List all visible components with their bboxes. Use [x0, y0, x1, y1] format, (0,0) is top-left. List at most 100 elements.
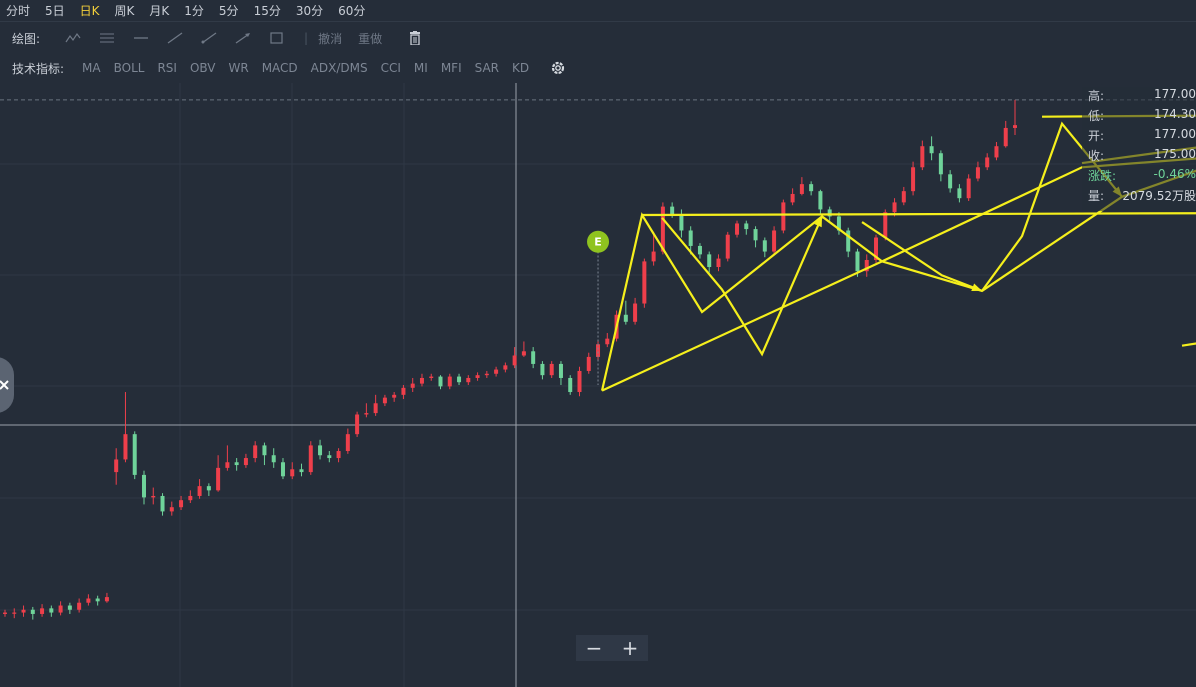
candle-body: [401, 387, 406, 395]
candle-body: [262, 445, 267, 456]
candle-body: [49, 608, 54, 613]
parallel-lines-icon[interactable]: [90, 28, 124, 48]
indicator-mfi[interactable]: MFI: [441, 61, 462, 75]
candle-body: [438, 376, 443, 387]
period-tab[interactable]: 分时: [6, 2, 30, 19]
period-tab[interactable]: 5分: [219, 2, 239, 19]
candle-body: [697, 245, 702, 255]
indicator-mi[interactable]: MI: [414, 61, 428, 75]
indicator-kd[interactable]: KD: [512, 61, 529, 75]
candle-body: [141, 474, 146, 498]
candle-body: [216, 467, 221, 491]
annotation-trendline: [642, 212, 1196, 217]
candle-body: [327, 455, 332, 459]
candle-body: [642, 261, 647, 304]
line-icon[interactable]: [158, 28, 192, 48]
candle-body: [373, 403, 378, 414]
candle-body: [225, 462, 230, 468]
period-tab[interactable]: 日K: [80, 2, 100, 19]
period-tab[interactable]: 周K: [115, 2, 135, 19]
period-tab[interactable]: 1分: [184, 2, 204, 19]
candle-body: [429, 376, 434, 378]
candle-body: [299, 469, 304, 473]
rectangle-icon[interactable]: [260, 28, 294, 48]
period-tabs: 分时 5日 日K 周K 月K 1分 5分 15分 30分 60分: [0, 0, 1196, 22]
ray-icon[interactable]: [192, 28, 226, 48]
candle-body: [271, 455, 276, 463]
indicator-ma[interactable]: MA: [82, 61, 101, 75]
candle-body: [568, 377, 573, 393]
candle-body: [188, 495, 193, 501]
indicator-boll[interactable]: BOLL: [114, 61, 145, 75]
info-row: 高: 177.00: [1088, 87, 1196, 107]
candle-body: [596, 344, 601, 357]
candle-body: [929, 146, 934, 154]
indicator-rsi[interactable]: RSI: [157, 61, 177, 75]
horizontal-line-icon[interactable]: [124, 28, 158, 48]
candle-body: [95, 598, 100, 602]
candle-body: [21, 609, 26, 613]
period-tab[interactable]: 30分: [296, 2, 323, 19]
info-row: 低: 174.30: [1088, 107, 1196, 127]
info-key: 量:: [1088, 189, 1105, 203]
period-tab[interactable]: 15分: [254, 2, 281, 19]
candle-body: [318, 445, 323, 456]
candle-body: [994, 146, 999, 158]
candle-body: [753, 229, 758, 241]
event-badge-label: E: [594, 236, 602, 249]
candle-body: [883, 212, 888, 238]
candle-body: [707, 254, 712, 268]
candle-body: [345, 434, 350, 452]
redo-button[interactable]: 重做: [358, 30, 382, 47]
candle-body: [586, 356, 591, 371]
info-key: 低:: [1088, 109, 1105, 123]
candle-body: [253, 445, 258, 459]
annotation-arrowhead: [971, 283, 983, 292]
candle-body: [382, 397, 387, 404]
candle-body: [735, 223, 740, 235]
candle-body: [484, 373, 489, 376]
candle-body: [558, 363, 563, 378]
candle-body: [364, 413, 369, 415]
indicator-wr[interactable]: WR: [228, 61, 248, 75]
indicator-sar[interactable]: SAR: [475, 61, 499, 75]
candle-body: [540, 363, 545, 376]
candle-body: [280, 462, 285, 477]
candle-body: [503, 365, 508, 370]
candle-body: [58, 605, 63, 613]
candle-body: [457, 376, 462, 383]
candle-body: [651, 251, 656, 262]
arrow-icon[interactable]: [226, 28, 260, 48]
info-key: 涨跌:: [1088, 169, 1117, 183]
candle-body: [920, 146, 925, 168]
info-value: 177.00: [1154, 87, 1196, 101]
undo-button[interactable]: 撤消: [318, 30, 342, 47]
kline-chart[interactable]: E: [0, 83, 1196, 687]
indicator-macd[interactable]: MACD: [262, 61, 298, 75]
candle-body: [855, 251, 860, 272]
polyline-icon[interactable]: [56, 28, 90, 48]
candle-body: [521, 351, 526, 356]
indicator-cci[interactable]: CCI: [381, 61, 401, 75]
candle-body: [392, 394, 397, 398]
candle-body: [892, 202, 897, 213]
indicator-obv[interactable]: OBV: [190, 61, 216, 75]
candle-body: [447, 376, 452, 387]
candle-body: [308, 445, 313, 473]
info-key: 收:: [1088, 149, 1105, 163]
period-tab[interactable]: 5日: [45, 2, 65, 19]
close-icon[interactable]: [0, 376, 10, 395]
draw-label: 绘图:: [12, 31, 41, 46]
trash-icon[interactable]: [398, 28, 432, 48]
gear-icon[interactable]: [550, 60, 566, 76]
candle-body: [419, 377, 424, 384]
period-tab[interactable]: 60分: [338, 2, 365, 19]
period-tab[interactable]: 月K: [149, 2, 169, 19]
candle-body: [762, 240, 767, 252]
zoom-in-button[interactable]: +: [612, 635, 648, 661]
zoom-out-button[interactable]: −: [576, 635, 612, 661]
candle-body: [30, 609, 35, 614]
candle-body: [790, 193, 795, 203]
candle-body: [679, 215, 684, 231]
indicator-adx-dms[interactable]: ADX/DMS: [311, 61, 368, 75]
